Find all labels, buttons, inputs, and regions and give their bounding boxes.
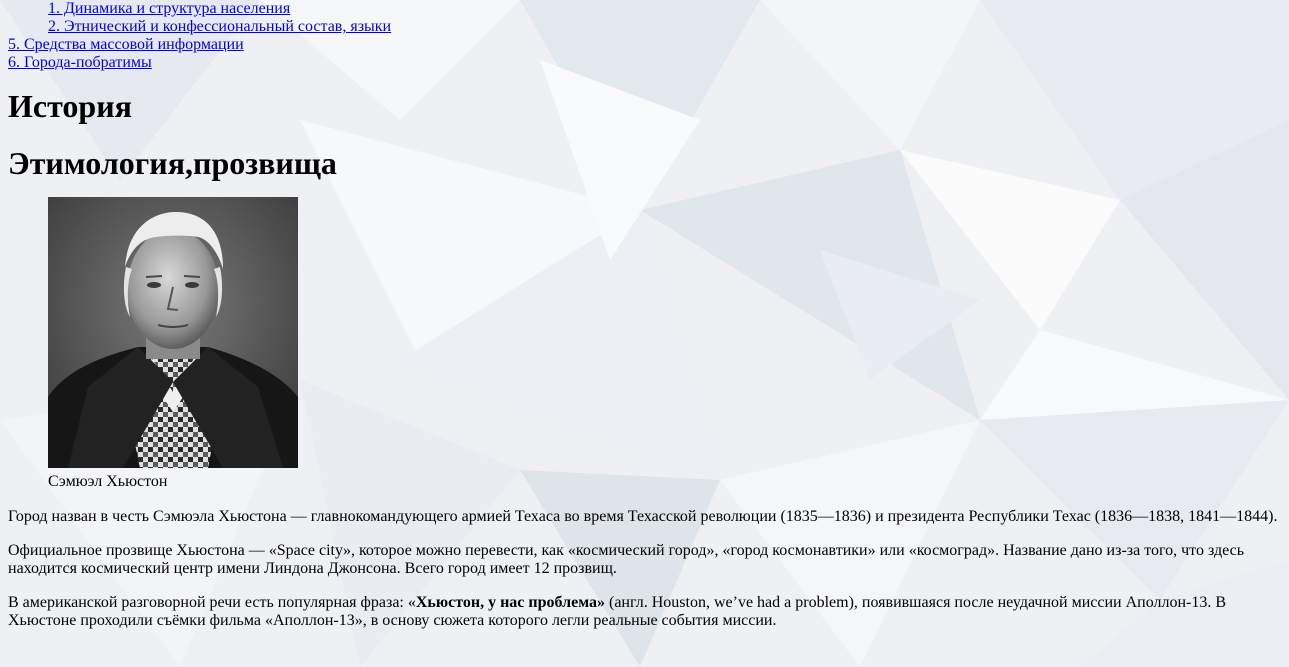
table-of-contents: 1. Динамика и структура населения 2. Этн… bbox=[8, 0, 1281, 72]
toc-link-sister-cities[interactable]: 6. Города-побратимы bbox=[8, 54, 152, 71]
subsection-title: Этимология,прозвища bbox=[8, 145, 337, 181]
toc-item: 1. Динамика и структура населения bbox=[8, 0, 1281, 18]
paragraph-naming: Город назван в честь Сэмюэла Хьюстона — … bbox=[8, 508, 1278, 525]
toc-link-mass-media[interactable]: 5. Средства массовой информации bbox=[8, 36, 244, 53]
toc-item: 5. Средства массовой информации bbox=[8, 36, 1281, 54]
section-title: История bbox=[8, 88, 132, 124]
phrase-intro-text: В американской разговорной речи есть поп… bbox=[8, 594, 416, 611]
toc-link-ethnic-composition[interactable]: 2. Этнический и конфессиональный состав,… bbox=[48, 18, 391, 35]
paragraph-nickname: Официальное прозвище Хьюстона — «Space c… bbox=[8, 542, 1245, 577]
phrase-quote: Хьюстон, у нас проблема» bbox=[415, 594, 605, 611]
toc-item: 6. Города-побратимы bbox=[8, 54, 1281, 72]
portrait-caption: Сэмюэл Хьюстон bbox=[48, 473, 168, 490]
portrait-figure: Сэмюэл Хьюстон bbox=[48, 197, 298, 491]
paragraph-popular-phrase: В американской разговорной речи есть поп… bbox=[8, 594, 1281, 630]
toc-item: 2. Этнический и конфессиональный состав,… bbox=[8, 18, 1281, 36]
portrait-photo bbox=[48, 197, 298, 468]
article-content: 1. Динамика и структура населения 2. Этн… bbox=[0, 0, 1289, 630]
toc-link-population-dynamics[interactable]: 1. Динамика и структура населения bbox=[48, 0, 290, 17]
